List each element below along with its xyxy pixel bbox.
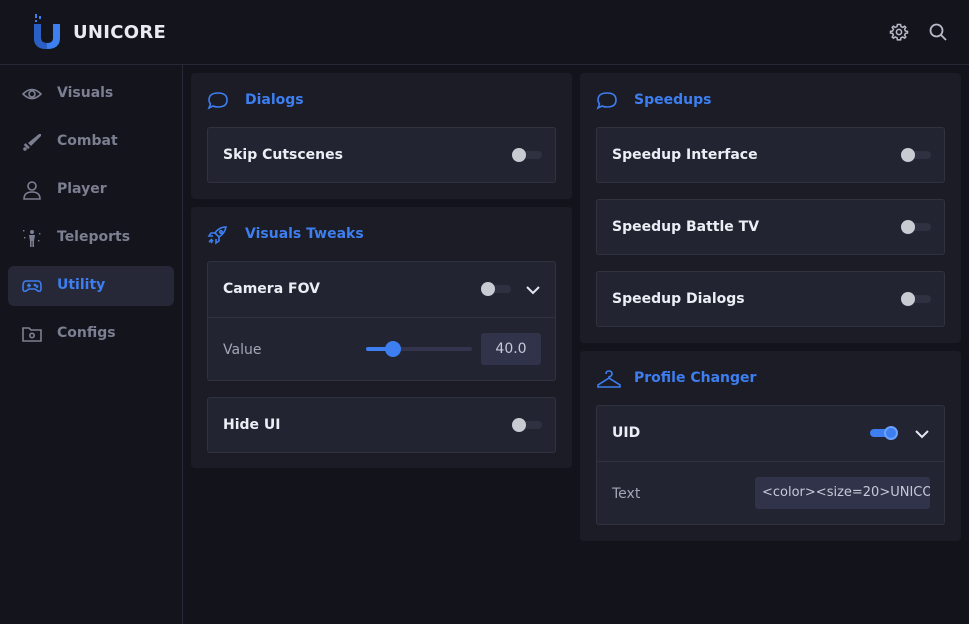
row-label: Hide UI — [223, 417, 281, 433]
value-label: Value — [223, 342, 262, 358]
profile-changer-panel: Profile Changer UID Text <color><size=20… — [580, 351, 961, 541]
sidebar-item-label: Utility — [57, 277, 106, 293]
sidebar-item-utility[interactable]: Utility — [8, 266, 174, 306]
text-label: Text — [612, 486, 641, 502]
sidebar-item-label: Visuals — [57, 85, 114, 101]
sidebar-item-configs[interactable]: Configs — [8, 314, 174, 354]
panel-title: Speedups — [634, 92, 712, 108]
uid-toggle[interactable] — [870, 426, 900, 440]
divider — [597, 461, 944, 462]
fov-slider-handle[interactable] — [384, 341, 401, 357]
gear-icon[interactable] — [889, 22, 909, 42]
dialogs-panel: Dialogs Skip Cutscenes — [191, 73, 572, 199]
panel-title: Dialogs — [245, 92, 304, 108]
sidebar-item-visuals[interactable]: Visuals — [8, 74, 174, 114]
camera-fov-toggle[interactable] — [481, 282, 511, 296]
skip-cutscenes-row: Skip Cutscenes — [207, 127, 556, 183]
sidebar-item-label: Combat — [57, 133, 118, 149]
speedup-dialogs-row: Speedup Dialogs — [596, 271, 945, 327]
teleport-icon — [23, 230, 41, 247]
chat-bubble-icon — [596, 92, 617, 110]
unicore-logo — [34, 14, 60, 49]
top-bar: UNICORE — [0, 0, 969, 65]
eye-icon — [22, 88, 42, 100]
rocket-icon — [207, 226, 227, 245]
row-label: UID — [612, 425, 641, 441]
hanger-icon — [597, 370, 621, 388]
row-label: Speedup Dialogs — [612, 291, 745, 307]
sidebar-item-teleports[interactable]: Teleports — [8, 218, 174, 258]
hide-ui-toggle[interactable] — [512, 418, 542, 432]
panel-title: Profile Changer — [634, 370, 757, 386]
chat-bubble-icon — [207, 92, 228, 110]
chevron-down-icon[interactable] — [915, 429, 929, 439]
search-icon[interactable] — [928, 22, 948, 42]
row-label: Skip Cutscenes — [223, 147, 343, 163]
row-label: Camera FOV — [223, 281, 320, 297]
speedup-interface-toggle[interactable] — [901, 148, 931, 162]
uid-row: UID Text <color><size=20>UNICORE — [596, 405, 945, 525]
chevron-down-icon[interactable] — [526, 285, 540, 295]
speedup-dialogs-toggle[interactable] — [901, 292, 931, 306]
fov-slider-track[interactable] — [366, 347, 472, 351]
panel-title: Visuals Tweaks — [245, 226, 364, 242]
sword-icon — [23, 134, 41, 151]
sidebar-item-label: Configs — [57, 325, 116, 341]
gamepad-icon — [22, 280, 42, 293]
speedups-panel: Speedups Speedup Interface Speedup Battl… — [580, 73, 961, 343]
hide-ui-row: Hide UI — [207, 397, 556, 453]
sidebar-item-combat[interactable]: Combat — [8, 122, 174, 162]
row-label: Speedup Interface — [612, 147, 758, 163]
camera-fov-row: Camera FOV Value 40.0 — [207, 261, 556, 381]
speedup-interface-row: Speedup Interface — [596, 127, 945, 183]
speedup-battle-tv-toggle[interactable] — [901, 220, 931, 234]
uid-text-input[interactable]: <color><size=20>UNICORE — [755, 477, 930, 509]
sidebar-item-label: Player — [57, 181, 107, 197]
row-label: Speedup Battle TV — [612, 219, 760, 235]
visuals-tweaks-panel: Visuals Tweaks Camera FOV Value 40.0 Hid… — [191, 207, 572, 468]
sidebar-item-label: Teleports — [57, 229, 131, 245]
speedup-battle-tv-row: Speedup Battle TV — [596, 199, 945, 255]
folder-icon — [22, 327, 42, 342]
fov-value-input[interactable]: 40.0 — [481, 333, 541, 365]
divider — [208, 317, 555, 318]
sidebar-item-player[interactable]: Player — [8, 170, 174, 210]
sidebar: Visuals Combat Player Teleports Utility — [0, 65, 183, 624]
brand-title: UNICORE — [73, 22, 167, 43]
user-icon — [23, 181, 41, 200]
skip-cutscenes-toggle[interactable] — [512, 148, 542, 162]
